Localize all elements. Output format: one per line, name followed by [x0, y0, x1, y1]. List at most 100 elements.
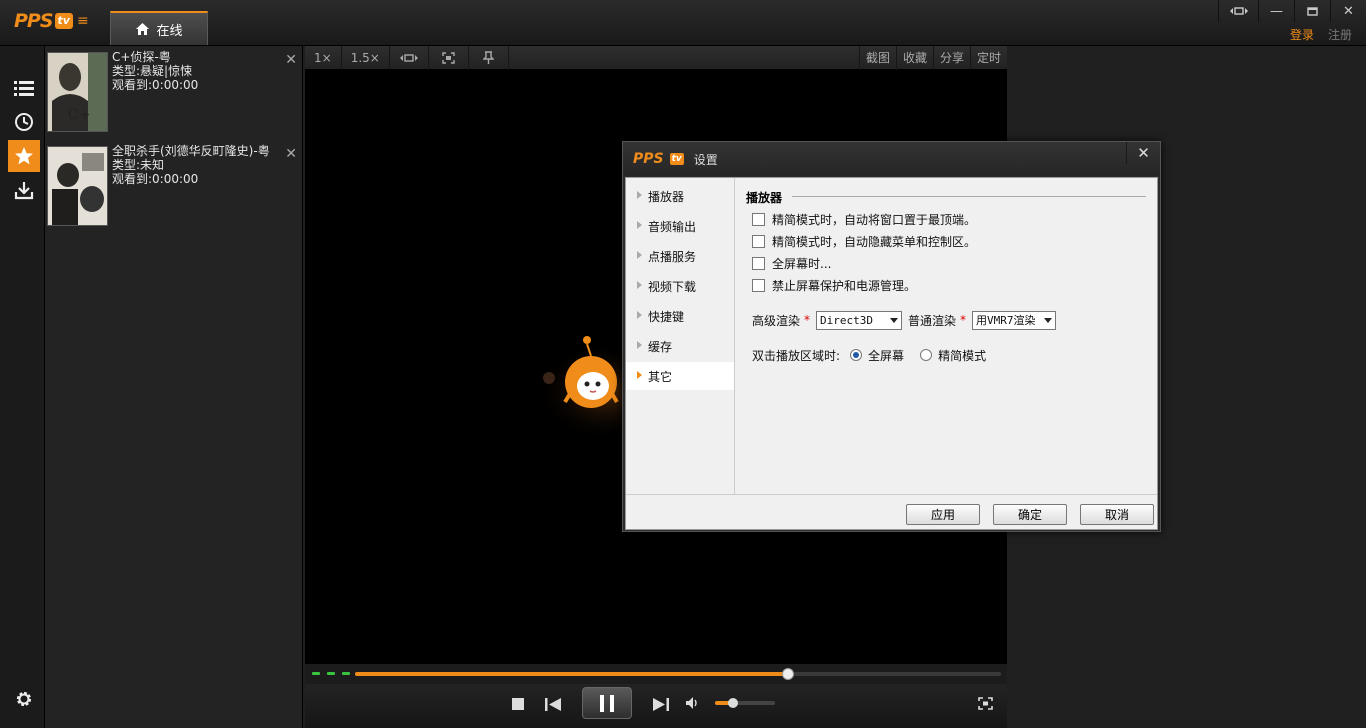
favorite-button[interactable]: 收藏: [895, 45, 933, 70]
close-button[interactable]: ✕: [1330, 0, 1366, 22]
timer-button[interactable]: 定时: [969, 45, 1007, 70]
seek-handle[interactable]: [781, 668, 794, 680]
checkbox-label: 精简模式时，自动将窗口置于最顶端。: [772, 212, 977, 227]
checkbox[interactable]: [752, 278, 765, 292]
home-icon: [136, 23, 150, 35]
radio-simple-mode-label[interactable]: 精简模式: [938, 347, 986, 364]
close-icon: ✕: [285, 146, 297, 162]
radio-fullscreen-label[interactable]: 全屏幕: [868, 347, 904, 364]
mini-mode-button[interactable]: [1218, 0, 1258, 22]
favorites-button[interactable]: [8, 140, 40, 172]
dialog-title-bar[interactable]: PPS tv 设置: [623, 142, 1160, 176]
history-item-title[interactable]: C+侦探-粤: [112, 50, 198, 64]
volume-slider[interactable]: [715, 698, 775, 708]
playback-controls: [305, 684, 1007, 728]
stop-button[interactable]: [508, 694, 528, 714]
render-row: 高级渲染 * Direct3D 普通渲染 * 用VMR7渲染: [752, 310, 1057, 330]
pin-button[interactable]: [469, 45, 509, 70]
history-item-title[interactable]: 全职杀手(刘德华反町隆史)-粤: [112, 144, 270, 158]
required-mark: *: [960, 313, 967, 327]
radio-fullscreen[interactable]: [850, 349, 863, 361]
poster-thumbnail[interactable]: [47, 146, 108, 226]
minimize-button[interactable]: —: [1258, 0, 1294, 22]
nav-label: 其它: [648, 369, 673, 384]
history-item-progress: 观看到:0:00:00: [112, 78, 199, 92]
nav-vod-service[interactable]: 点播服务: [626, 242, 734, 270]
register-link[interactable]: 注册: [1328, 26, 1352, 43]
next-button[interactable]: [650, 694, 672, 714]
history-button[interactable]: [8, 106, 40, 138]
speed-1x-button[interactable]: 1×: [305, 45, 342, 70]
list-item[interactable]: 全职杀手(刘德华反町隆史)-粤 类型:未知 观看到:0:00:00 ✕: [47, 144, 301, 230]
apply-button[interactable]: 应用: [906, 504, 980, 525]
normal-render-select[interactable]: 用VMR7渲染: [972, 310, 1057, 330]
pause-button[interactable]: [582, 687, 632, 719]
fullscreen-button[interactable]: [975, 694, 995, 712]
nav-shortcuts[interactable]: 快捷键: [626, 302, 734, 330]
nav-label: 点播服务: [648, 249, 697, 264]
nav-video-download[interactable]: 视频下载: [626, 272, 734, 300]
speed-1-5x-button[interactable]: 1.5×: [342, 45, 390, 70]
dialog-close-button[interactable]: ✕: [1126, 142, 1160, 164]
gear-icon: [16, 691, 32, 707]
login-link[interactable]: 登录: [1290, 26, 1314, 43]
maximize-button[interactable]: [1294, 0, 1330, 22]
nav-player[interactable]: 播放器: [626, 182, 734, 210]
checkbox-row[interactable]: 精简模式时，自动隐藏菜单和控制区。: [752, 233, 976, 249]
fit-screen-icon: [442, 51, 455, 64]
checkbox-row[interactable]: 禁止屏幕保护和电源管理。: [752, 277, 916, 293]
poster-thumbnail[interactable]: C+: [47, 52, 108, 132]
chevron-down-icon: [1044, 317, 1053, 323]
checkbox[interactable]: [752, 212, 765, 226]
aspect-ratio-button[interactable]: [390, 45, 429, 70]
arrow-icon: [637, 341, 642, 349]
remove-item-button[interactable]: ✕: [285, 146, 297, 162]
tab-online[interactable]: 在线: [110, 11, 208, 45]
settings-nav: 播放器 音频输出 点播服务 视频下载 快捷键 缓存 其它: [626, 178, 735, 494]
cancel-button[interactable]: 取消: [1080, 504, 1154, 525]
nav-other[interactable]: 其它: [626, 362, 734, 390]
previous-icon: [545, 697, 561, 711]
radio-simple-mode[interactable]: [920, 349, 933, 361]
settings-button[interactable]: [8, 683, 40, 715]
nav-cache[interactable]: 缓存: [626, 332, 734, 360]
screenshot-button[interactable]: 截图: [858, 45, 896, 70]
buffer-indicator-dot: [327, 672, 335, 675]
checkbox-row[interactable]: 精简模式时，自动将窗口置于最顶端。: [752, 211, 976, 227]
list-button[interactable]: [8, 72, 40, 104]
arrow-icon: [637, 281, 642, 289]
mute-button[interactable]: [683, 694, 703, 712]
ok-button[interactable]: 确定: [993, 504, 1067, 525]
chevron-down-icon: [890, 317, 899, 323]
advanced-render-select[interactable]: Direct3D: [816, 310, 903, 330]
history-item-genre: 类型:未知: [112, 158, 165, 172]
aspect-ratio-icon: [399, 53, 418, 62]
volume-handle[interactable]: [728, 698, 738, 708]
dblclick-label: 双击播放区域时:: [752, 348, 841, 363]
nav-audio-output[interactable]: 音频输出: [626, 212, 734, 240]
arrow-icon: [637, 311, 642, 319]
close-icon: ✕: [1137, 144, 1150, 162]
checkbox-row[interactable]: 全屏幕时...: [752, 255, 831, 271]
buffer-indicator-dot: [342, 672, 350, 675]
fit-screen-button[interactable]: [429, 45, 469, 70]
side-icon-bar: [0, 46, 45, 728]
checkbox[interactable]: [752, 256, 765, 270]
checkbox[interactable]: [752, 234, 765, 248]
main-menu-icon[interactable]: ≡: [77, 13, 89, 29]
download-button[interactable]: [8, 174, 40, 206]
share-button[interactable]: 分享: [932, 45, 970, 70]
previous-button[interactable]: [542, 694, 564, 714]
poster-image: C+: [48, 53, 107, 131]
nav-label: 播放器: [648, 189, 685, 204]
pps-logo[interactable]: PPS tv ≡: [14, 10, 89, 32]
title-bar: PPS tv ≡ 在线 — ✕ 登录 注册: [0, 0, 1366, 46]
logo-text: PPS: [14, 10, 54, 32]
remove-item-button[interactable]: ✕: [285, 52, 297, 68]
dialog-footer: 应用 确定 取消: [626, 494, 1157, 529]
stop-icon: [512, 698, 524, 710]
list-item[interactable]: C+ C+侦探-粤 类型:悬疑|惊悚 观看到:0:00:00 ✕: [47, 50, 301, 136]
checkbox-label: 精简模式时，自动隐藏菜单和控制区。: [772, 234, 977, 249]
seek-track[interactable]: [355, 668, 1001, 680]
download-icon: [14, 182, 34, 200]
